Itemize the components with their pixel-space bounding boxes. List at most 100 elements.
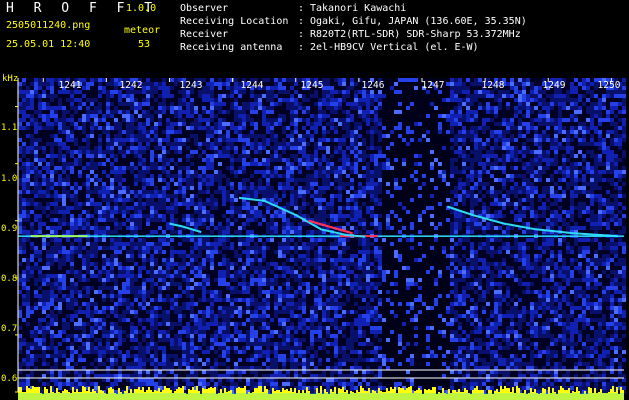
noise-cell: [422, 194, 426, 198]
noise-cell: [122, 194, 126, 198]
noise-cell: [58, 186, 62, 190]
noise-cell: [18, 142, 22, 146]
noise-cell: [378, 166, 382, 170]
noise-cell: [190, 114, 194, 118]
noise-cell: [226, 130, 230, 134]
noise-cell: [458, 118, 462, 122]
noise-cell: [574, 198, 578, 202]
noise-cell: [226, 78, 230, 82]
noise-cell: [174, 82, 178, 86]
noise-cell: [22, 162, 26, 166]
noise-cell: [250, 98, 254, 102]
noise-cell: [622, 102, 626, 106]
noise-cell: [574, 146, 578, 150]
noise-cell: [106, 186, 110, 190]
noise-cell: [354, 146, 358, 150]
noise-cell: [390, 94, 394, 98]
noise-cell: [282, 98, 286, 102]
noise-cell: [194, 178, 198, 182]
noise-cell: [226, 170, 230, 174]
noise-cell: [90, 158, 94, 162]
noise-cell: [154, 162, 158, 166]
noise-cell: [494, 106, 498, 110]
noise-cell: [530, 110, 534, 114]
noise-cell: [510, 178, 514, 182]
noise-cell: [366, 166, 370, 170]
noise-cell: [510, 202, 514, 206]
noise-cell: [426, 126, 430, 130]
noise-cell: [558, 122, 562, 126]
noise-cell: [394, 98, 398, 102]
noise-cell: [310, 94, 314, 98]
noise-cell: [586, 182, 590, 186]
noise-cell: [254, 194, 258, 198]
noise-cell: [270, 198, 274, 202]
noise-cell: [470, 82, 474, 86]
noise-cell: [614, 146, 618, 150]
noise-cell: [622, 182, 626, 186]
noise-cell: [606, 190, 610, 194]
noise-cell: [74, 206, 78, 210]
noise-cell: [382, 146, 386, 150]
noise-cell: [118, 130, 122, 134]
noise-cell: [422, 158, 426, 162]
noise-cell: [186, 206, 190, 210]
noise-cell: [138, 118, 142, 122]
noise-cell: [558, 130, 562, 134]
noise-cell: [246, 142, 250, 146]
noise-cell: [338, 126, 342, 130]
noise-cell: [466, 182, 470, 186]
noise-cell: [86, 126, 90, 130]
noise-cell: [110, 202, 114, 206]
noise-cell: [258, 114, 262, 118]
noise-cell: [406, 206, 410, 210]
noise-cell: [62, 166, 66, 170]
noise-cell: [414, 154, 418, 158]
noise-cell: [366, 114, 370, 118]
noise-cell: [394, 202, 398, 206]
noise-cell: [130, 166, 134, 170]
noise-cell: [158, 110, 162, 114]
noise-cell: [230, 110, 234, 114]
noise-cell: [38, 130, 42, 134]
noise-cell: [26, 174, 30, 178]
noise-cell: [498, 138, 502, 142]
noise-cell: [86, 138, 90, 142]
noise-cell: [194, 114, 198, 118]
noise-cell: [502, 174, 506, 178]
noise-cell: [154, 122, 158, 126]
noise-cell: [66, 170, 70, 174]
noise-cell: [490, 166, 494, 170]
noise-cell: [294, 198, 298, 202]
noise-cell: [102, 194, 106, 198]
noise-cell: [606, 98, 610, 102]
noise-cell: [510, 190, 514, 194]
noise-cell: [530, 182, 534, 186]
noise-cell: [134, 194, 138, 198]
noise-cell: [30, 154, 34, 158]
noise-cell: [234, 186, 238, 190]
noise-cell: [154, 202, 158, 206]
noise-cell: [446, 162, 450, 166]
noise-cell: [114, 150, 118, 154]
noise-cell: [446, 178, 450, 182]
noise-cell: [454, 194, 458, 198]
noise-cell: [378, 138, 382, 142]
noise-cell: [598, 178, 602, 182]
noise-cell: [374, 150, 378, 154]
noise-cell: [198, 102, 202, 106]
noise-cell: [206, 106, 210, 110]
noise-cell: [162, 202, 166, 206]
noise-cell: [482, 202, 486, 206]
noise-cell: [350, 98, 354, 102]
noise-cell: [234, 98, 238, 102]
noise-cell: [142, 106, 146, 110]
noise-cell: [246, 186, 250, 190]
noise-cell: [522, 98, 526, 102]
noise-cell: [306, 110, 310, 114]
noise-cell: [118, 146, 122, 150]
noise-cell: [502, 130, 506, 134]
noise-cell: [622, 142, 626, 146]
noise-cell: [82, 134, 86, 138]
noise-cell: [322, 122, 326, 126]
